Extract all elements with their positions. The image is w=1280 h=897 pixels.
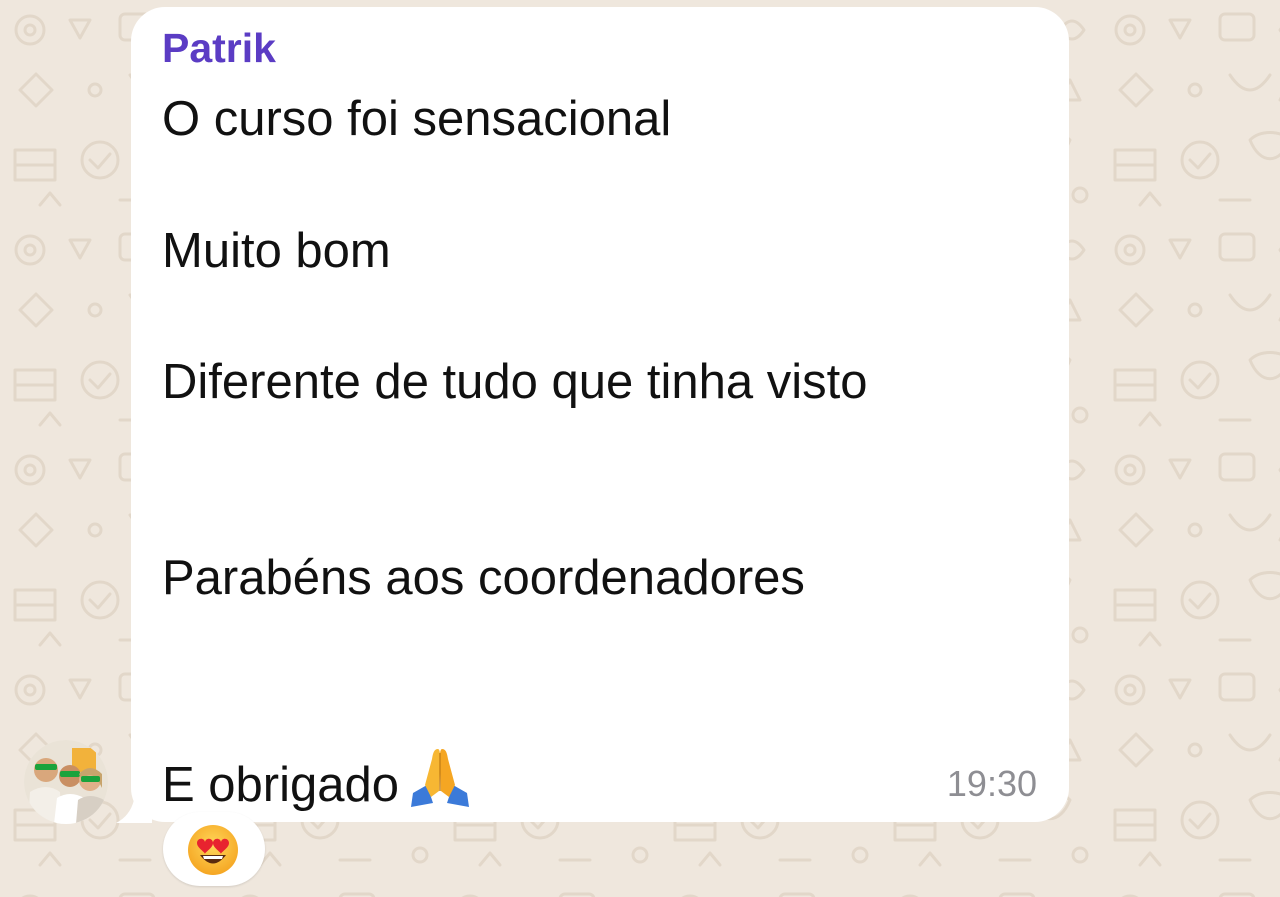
message-line-4: Parabéns aos coordenadores (162, 551, 805, 605)
message-line-1: O curso foi sensacional (162, 92, 672, 146)
group-photo-avatar-icon (24, 740, 108, 824)
message-line-5-wrapper: E obrigado (162, 745, 473, 820)
sender-avatar[interactable] (24, 740, 108, 824)
message-bubble[interactable]: Patrik O curso foi sensacional Muito bom… (131, 7, 1069, 822)
sender-name[interactable]: Patrik (162, 24, 276, 72)
heart-eyes-icon (188, 825, 238, 875)
reaction-pill[interactable] (163, 812, 265, 886)
message-line-5: E obrigado (162, 758, 400, 812)
message-timestamp: 19:30 (946, 763, 1037, 804)
message-line-2: Muito bom (162, 224, 391, 278)
message-line-3: Diferente de tudo que tinha visto (162, 355, 868, 409)
folded-hands-icon (407, 745, 473, 820)
